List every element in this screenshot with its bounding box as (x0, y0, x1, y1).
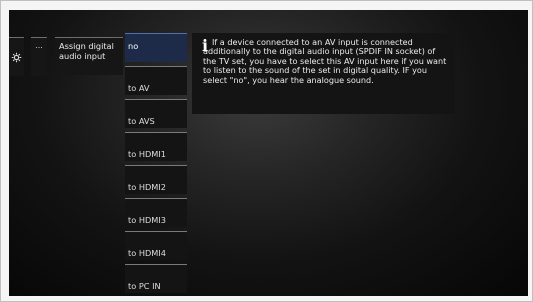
option-label: to PC IN (128, 281, 161, 291)
gear-icon (11, 52, 22, 62)
more-tile[interactable]: ... (31, 37, 47, 76)
option-no[interactable]: no (125, 33, 187, 62)
option-to-hdmi1[interactable]: to HDMI1 (125, 132, 187, 161)
option-to-avs[interactable]: to AVS (125, 99, 187, 128)
info-text: If a device connected to an AV input is … (203, 37, 447, 85)
option-label: no (128, 41, 139, 51)
screenshot-frame: ... Assign digital audio input no to AV … (0, 0, 533, 302)
option-label: to HDMI1 (128, 149, 166, 159)
option-label: to HDMI2 (128, 182, 166, 192)
option-to-hdmi2[interactable]: to HDMI2 (125, 165, 187, 194)
info-panel: i If a device connected to an AV input i… (192, 33, 455, 114)
option-list: no to AV to AVS to HDMI1 to HDMI2 to HDM… (125, 33, 187, 296)
settings-tile[interactable] (9, 37, 24, 76)
option-label: to HDMI3 (128, 215, 166, 225)
more-label: ... (35, 41, 43, 50)
option-label: to HDMI4 (128, 248, 166, 258)
assign-label-line2: audio input (59, 51, 106, 61)
assign-label-line1: Assign digital (59, 41, 114, 51)
tv-menu-screen: ... Assign digital audio input no to AV … (9, 10, 528, 296)
assign-digital-audio-input-item[interactable]: Assign digital audio input (55, 37, 123, 75)
option-label: to AV (128, 83, 150, 93)
option-to-av[interactable]: to AV (125, 66, 187, 95)
option-to-hdmi4[interactable]: to HDMI4 (125, 231, 187, 260)
info-icon: i (202, 36, 209, 55)
option-to-hdmi3[interactable]: to HDMI3 (125, 198, 187, 227)
option-label: to AVS (128, 116, 155, 126)
option-to-pc-in[interactable]: to PC IN (125, 264, 187, 293)
